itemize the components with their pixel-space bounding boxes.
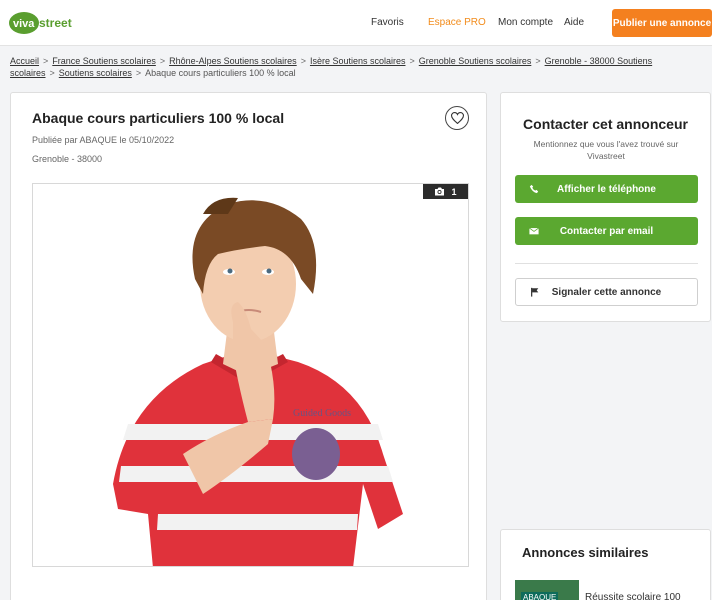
svg-text:street: street [39,16,72,30]
favorite-button[interactable] [445,106,469,130]
report-ad-label: Signaler cette annonce [551,286,662,298]
breadcrumb-link-accueil[interactable]: Accueil [10,56,39,66]
breadcrumb-current: Abaque cours particuliers 100 % local [145,68,296,78]
breadcrumb-separator: > [535,56,541,66]
svg-text:Guided Goods: Guided Goods [293,408,351,419]
envelope-icon [529,227,539,235]
similar-ad-thumbnail-text: ABAQUE [521,592,559,600]
photo-count-badge: 1 [423,184,468,199]
show-phone-button[interactable]: Afficher le téléphone [515,175,698,203]
breadcrumb: Accueil > France Soutiens scolaires > Rhône-… [10,55,700,79]
nav-favoris[interactable]: Favoris [371,17,404,28]
boy-thinking-photo: Guided Goods [113,197,403,566]
contact-divider [515,263,698,264]
breadcrumb-separator: > [43,56,49,66]
breadcrumb-separator: > [409,56,415,66]
breadcrumb-separator: > [300,56,306,66]
nav-mon-compte[interactable]: Mon compte [498,17,553,28]
report-ad-button[interactable]: Signaler cette annonce [515,278,698,306]
breadcrumb-link-grenoble[interactable]: Grenoble Soutiens scolaires [419,56,532,66]
breadcrumb-separator: > [159,56,166,66]
ad-photo[interactable]: Guided Goods 1 [32,183,469,567]
phone-icon [529,184,539,194]
published-info: Publiée par ABAQUE le 05/10/2022 [32,135,175,145]
svg-text:viva: viva [13,18,35,30]
nav-aide[interactable]: Aide [564,17,584,28]
contact-subtitle: Mentionnez que vous l'avez trouvé sur Vi… [533,139,679,161]
breadcrumb-link-soutiens-scolaires[interactable]: Soutiens scolaires [59,68,132,78]
publish-ad-button[interactable]: Publier une annonce [612,9,712,37]
breadcrumb-separator: > [135,68,142,78]
similar-ads-title: Annonces similaires [522,545,649,560]
contact-email-button[interactable]: Contacter par email [515,217,698,245]
similar-ad-title[interactable]: Réussite scolaire 100 [585,592,681,600]
contact-title: Contacter cet annonceur [523,116,688,132]
show-phone-label: Afficher le téléphone [557,183,656,195]
breadcrumb-separator: > [49,68,55,78]
camera-icon [435,187,445,196]
heart-icon [450,112,464,124]
contact-card: Contacter cet annonceur Mentionnez que v… [500,92,711,322]
breadcrumb-link-rhone-alpes[interactable]: Rhône-Alpes Soutiens scolaires [169,56,297,66]
photo-count-value: 1 [451,186,457,197]
top-header: viva street Favoris Espace PRO Mon compt… [0,0,712,46]
ad-title: Abaque cours particuliers 100 % local [32,110,285,126]
similar-ads-card: Annonces similaires ABAQUE Réussite scol… [500,529,711,600]
breadcrumb-link-france[interactable]: France Soutiens scolaires [52,56,156,66]
breadcrumb-link-isere[interactable]: Isère Soutiens scolaires [310,56,406,66]
ad-location: Grenoble - 38000 [32,154,103,164]
ad-detail-card: Abaque cours particuliers 100 % local Pu… [10,92,487,600]
contact-email-label: Contacter par email [559,225,654,237]
nav-espace-pro[interactable]: Espace PRO [428,17,486,28]
similar-ad-thumbnail[interactable]: ABAQUE [515,580,579,600]
vivastreet-logo[interactable]: viva street [8,8,82,36]
flag-icon [531,287,539,297]
